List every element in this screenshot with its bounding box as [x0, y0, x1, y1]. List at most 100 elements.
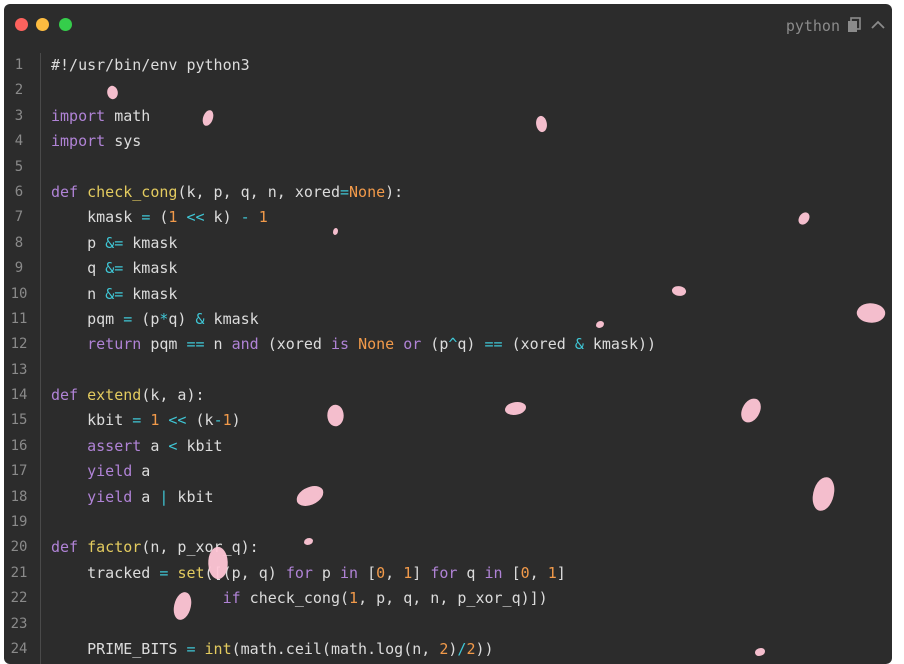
code-line: 12 return pqm == n and (xored is None or…	[4, 332, 892, 357]
code-token: 1	[403, 563, 413, 582]
code-token: #!/usr/bin/env python3	[51, 56, 250, 74]
code-line: 23	[4, 612, 892, 637]
code-line: 17 yield a	[4, 459, 892, 484]
code-text: yield a	[51, 459, 150, 484]
code-line: 10 n &= kmask	[4, 282, 892, 307]
code-token: <<	[186, 208, 205, 227]
code-token: 0	[520, 563, 530, 582]
code-token: q	[457, 563, 485, 582]
code-token: 1	[258, 208, 268, 227]
code-token: &=	[105, 284, 124, 303]
code-token: n	[204, 335, 232, 354]
code-token: <<	[168, 411, 187, 430]
code-text: def extend(k, a):	[51, 383, 205, 408]
code-token: ))	[475, 639, 494, 658]
code-token: ]	[412, 563, 431, 582]
line-number: 7	[14, 209, 24, 226]
code-line: 19	[4, 510, 892, 535]
code-token: [	[502, 563, 521, 582]
code-token: &	[574, 335, 584, 354]
line-number: 3	[14, 107, 24, 124]
code-token: &=	[105, 259, 124, 278]
code-text: #!/usr/bin/env python3	[51, 53, 250, 78]
code-text: return pqm == n and (xored is None or (p…	[51, 332, 656, 357]
code-token: =	[186, 639, 196, 658]
code-token: p	[312, 563, 340, 582]
code-text: tracked = set([(p, q) for p in [0, 1] fo…	[51, 561, 566, 586]
code-block-window: python 1 #!/usr/bin/env python3 2 3 import m…	[4, 4, 892, 664]
code-text: q &= kmask	[51, 256, 177, 281]
code-token: for	[285, 563, 313, 582]
code-token: )	[231, 411, 241, 430]
code-token: =	[123, 309, 133, 328]
close-dot[interactable]	[15, 18, 28, 31]
copy-icon[interactable]	[846, 17, 862, 33]
code-line: 7 kmask = (1 << k) - 1	[4, 205, 892, 230]
code-line: 21 tracked = set([(p, q) for p in [0, 1]…	[4, 561, 892, 586]
code-line: 22 if check_cong(1, p, q, n, p_xor_q)])	[4, 586, 892, 611]
code-line: 18 yield a | kbit	[4, 485, 892, 510]
code-token: def	[51, 182, 79, 201]
code-token: in	[484, 563, 503, 582]
code-text: import math	[51, 104, 150, 129]
line-number: 18	[10, 488, 28, 505]
code-token: set	[177, 563, 205, 582]
code-token: def	[51, 386, 79, 405]
line-number: 24	[10, 640, 28, 657]
code-line: 8 p &= kmask	[4, 231, 892, 256]
code-token: 1	[547, 563, 557, 582]
code-token: (xored	[502, 335, 575, 354]
code-token: kbit	[168, 487, 214, 506]
code-token: pqm	[51, 309, 124, 328]
code-token: [	[358, 563, 377, 582]
code-token: is	[330, 335, 350, 354]
code-token: import	[51, 132, 106, 151]
code-token: kbit	[177, 436, 223, 455]
code-token: ,	[385, 563, 404, 582]
line-number: 13	[10, 361, 28, 378]
code-token: check_cong	[87, 182, 178, 201]
line-number: 22	[10, 590, 28, 607]
code-token: math	[105, 106, 151, 125]
code-token: pqm	[141, 335, 187, 354]
code-text: pqm = (p*q) & kmask	[51, 307, 259, 332]
line-number: 17	[10, 463, 28, 480]
code-token: p	[51, 233, 106, 252]
maximize-dot[interactable]	[59, 18, 72, 31]
code-token: yield	[51, 462, 133, 481]
code-token: (p	[421, 335, 449, 354]
chevron-up-icon[interactable]	[870, 17, 886, 33]
code-token: ==	[186, 335, 205, 354]
code-token: sys	[105, 132, 142, 151]
code-line: 1 #!/usr/bin/env python3	[4, 53, 892, 78]
code-token: 1	[222, 411, 232, 430]
code-token: (p	[132, 309, 160, 328]
code-text: def factor(n, p_xor_q):	[51, 535, 259, 560]
code-token: =	[340, 182, 350, 201]
code-line: 11 pqm = (p*q) & kmask	[4, 307, 892, 332]
code-token: (math.ceil(math.log(n,	[231, 639, 440, 658]
line-number: 16	[10, 437, 28, 454]
code-token: (n, p_xor_q):	[141, 538, 259, 557]
code-token: or	[403, 335, 422, 354]
line-number: 23	[10, 615, 28, 632]
code-token: 0	[376, 563, 386, 582]
code-text: PRIME_BITS = int(math.ceil(math.log(n, 2…	[51, 637, 494, 662]
line-number: 2	[14, 82, 24, 99]
minimize-dot[interactable]	[36, 18, 49, 31]
code-token: a	[141, 436, 169, 455]
code-token: int	[204, 639, 232, 658]
code-token: q	[51, 259, 106, 278]
code-token: None	[358, 335, 395, 354]
code-token: def	[51, 538, 79, 557]
code-text: if check_cong(1, p, q, n, p_xor_q)])	[51, 586, 548, 611]
code-token: and	[231, 335, 259, 354]
code-token: extend	[87, 386, 142, 405]
code-line: 4 import sys	[4, 129, 892, 154]
